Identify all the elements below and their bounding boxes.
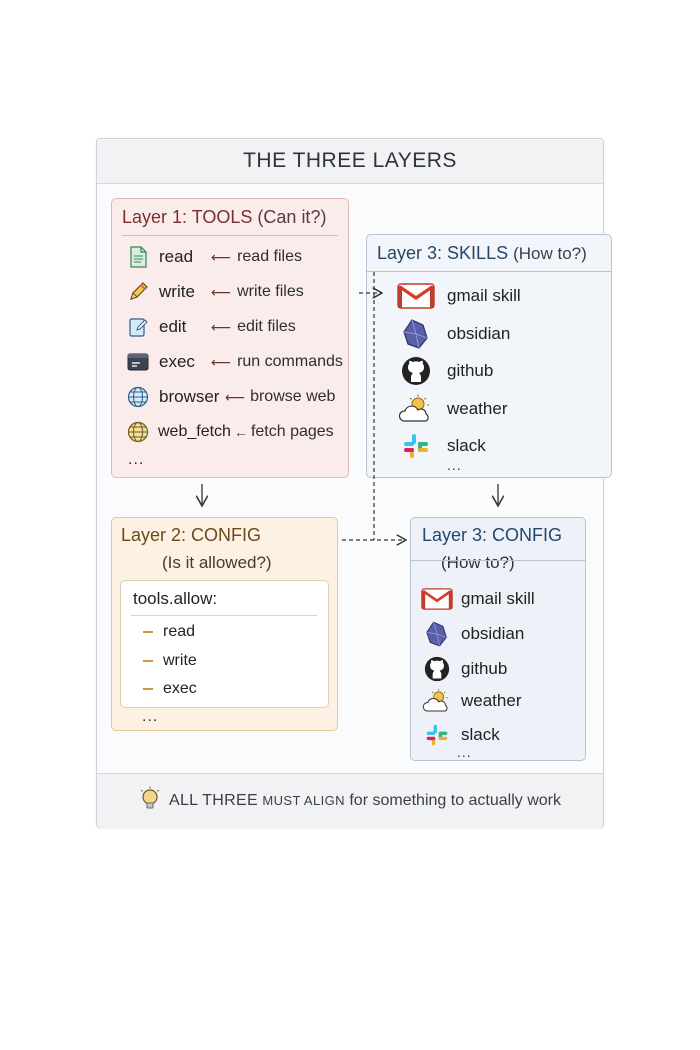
connector-arrows bbox=[0, 272, 700, 1050]
